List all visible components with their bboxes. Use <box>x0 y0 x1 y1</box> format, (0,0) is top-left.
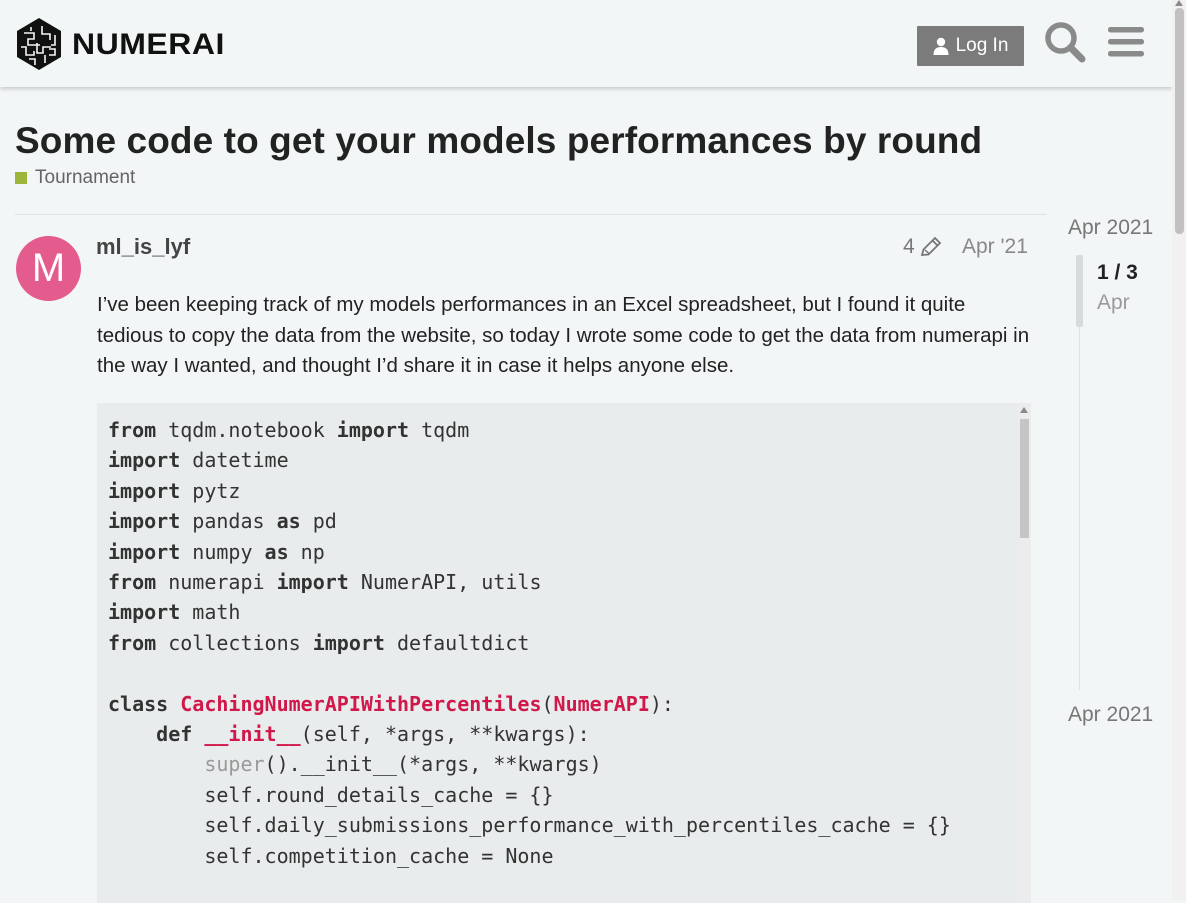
code-line: def __init__(self, *args, **kwargs): <box>156 722 590 747</box>
code-line: self.competition_cache = None <box>108 843 554 868</box>
code-scroll-up-arrow-icon[interactable] <box>1020 407 1028 413</box>
code-content: from tqdm.notebook import tqdm import da… <box>97 403 1031 903</box>
code-line: import datetime <box>108 448 289 473</box>
login-button[interactable]: Log In <box>917 26 1024 66</box>
avatar[interactable]: M <box>16 236 81 301</box>
user-icon <box>933 37 949 55</box>
code-line: import pandas as pd <box>108 509 337 534</box>
timeline-end-date[interactable]: Apr 2021 <box>1068 703 1153 727</box>
code-line: super().__init__(*args, **kwargs) <box>204 752 602 777</box>
pencil-icon <box>920 236 941 256</box>
code-line: from collections import defaultdict <box>108 630 530 655</box>
timeline-start-date[interactable]: Apr 2021 <box>1068 216 1153 240</box>
post-body: I’ve been keeping track of my models per… <box>97 293 1030 377</box>
edit-count: 4 <box>903 235 915 258</box>
page-scrollbar-thumb[interactable] <box>1175 8 1184 234</box>
code-line: self.daily_submissions_performance_with_… <box>108 813 951 838</box>
site-header: NUMERAI Log In <box>0 0 1172 87</box>
code-line: import pytz <box>108 478 241 503</box>
category-badge[interactable]: Tournament <box>15 167 135 189</box>
timeline-position: 1 / 3 <box>1097 261 1138 284</box>
category-label: Tournament <box>35 167 136 188</box>
post-username[interactable]: ml_is_lyf <box>96 234 190 260</box>
code-block[interactable]: from tqdm.notebook import tqdm import da… <box>97 403 1031 903</box>
topic-title[interactable]: Some code to get your models performance… <box>15 120 982 162</box>
category-color-icon <box>15 172 27 184</box>
code-line: class CachingNumerAPIWithPercentiles(Num… <box>108 691 674 716</box>
scroll-up-arrow-icon[interactable] <box>1175 0 1183 6</box>
timeline-position-date: Apr <box>1097 291 1130 314</box>
login-label: Log In <box>955 35 1009 56</box>
code-line: import math <box>108 600 241 625</box>
site-logo[interactable]: NUMERAI <box>15 17 225 71</box>
page-scrollbar[interactable] <box>1172 0 1186 900</box>
numerai-logo-icon <box>17 18 61 70</box>
topic-divider <box>15 214 1046 215</box>
code-line: from tqdm.notebook import tqdm <box>108 418 470 442</box>
logo-wordmark: NUMERAI <box>72 26 225 61</box>
code-line: from numerapi import NumerAPI, utils <box>108 570 542 595</box>
post-date[interactable]: Apr '21 <box>962 235 1028 259</box>
code-scrollbar[interactable] <box>1018 403 1031 900</box>
avatar-letter: M <box>31 246 66 290</box>
code-line: self.round_details_cache = {} <box>108 782 554 807</box>
search-icon[interactable] <box>1043 20 1087 64</box>
code-scrollbar-thumb[interactable] <box>1020 419 1029 538</box>
hamburger-menu-icon[interactable] <box>1104 20 1148 64</box>
timeline-handle[interactable] <box>1076 255 1083 327</box>
edit-history-button[interactable]: 4 <box>903 235 943 259</box>
code-line: import numpy as np <box>108 539 325 564</box>
